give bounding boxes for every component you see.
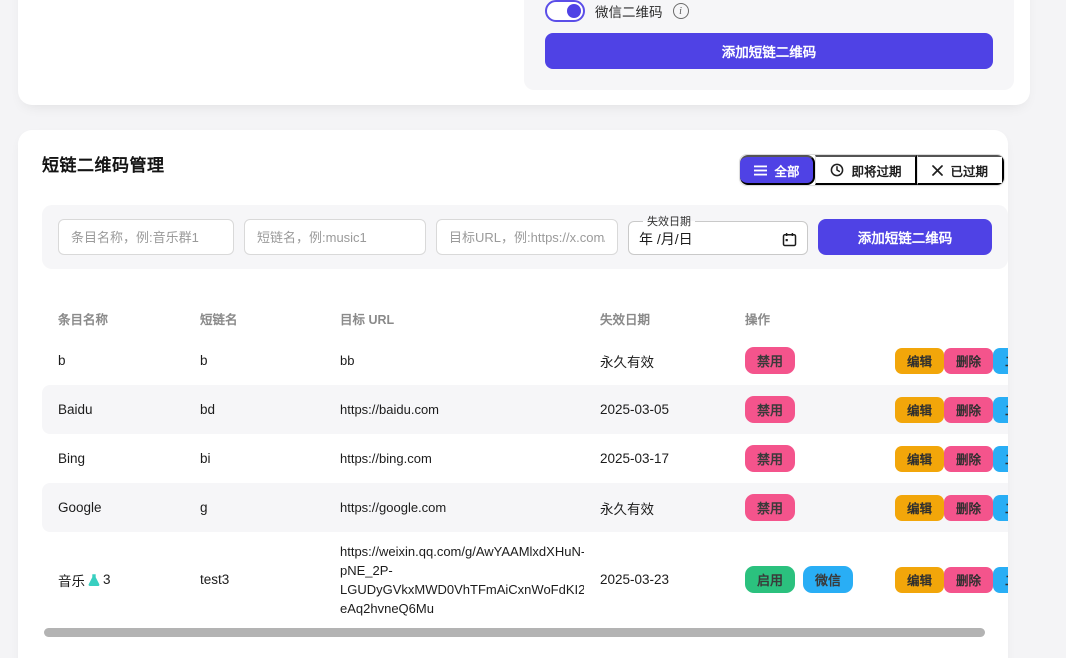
entry-name-input[interactable]	[58, 219, 234, 255]
edit-button[interactable]: 编辑	[895, 446, 944, 472]
horizontal-scrollbar	[44, 628, 1006, 637]
target-url-cell: https://google.com	[324, 498, 584, 517]
table-row: 音乐 3test3https://weixin.qq.com/g/AwYAAMl…	[42, 532, 1008, 627]
expiry-date-field[interactable]: 失效日期 年 /月/日	[628, 213, 808, 255]
entry-name-cell: Baidu	[42, 402, 184, 417]
table-row: bbbb永久有效禁用 编辑 删除 二维码	[42, 336, 1008, 385]
info-icon[interactable]: i	[673, 3, 689, 19]
wechat-qr-toggle[interactable]	[545, 0, 585, 22]
delete-button[interactable]: 删除	[944, 348, 993, 374]
entry-name-cell: b	[42, 353, 184, 368]
actions-cell: 编辑 删除 二维码	[879, 348, 1008, 374]
status-badge-disabled[interactable]: 禁用	[745, 494, 795, 521]
slug-cell: b	[184, 353, 324, 368]
status-badge-wechat: 微信	[803, 566, 853, 593]
page-title: 短链二维码管理	[42, 151, 165, 176]
filter-active-button[interactable]: 全部	[740, 155, 815, 185]
target-url-input[interactable]	[436, 219, 618, 255]
actions-cell: 编辑 删除 二维码	[879, 446, 1008, 472]
edit-button[interactable]: 编辑	[895, 567, 944, 593]
entry-name-cell: Google	[42, 500, 184, 515]
filter-label: 即将过期	[851, 161, 901, 180]
slug-cell: bi	[184, 451, 324, 466]
scrollbar-thumb[interactable]	[44, 628, 985, 637]
table-row: Googleghttps://google.com永久有效禁用 编辑 删除 二维…	[42, 483, 1008, 532]
column-header: 条目名称	[42, 309, 184, 328]
target-url-cell: https://baidu.com	[324, 400, 584, 419]
filter-button[interactable]: 即将过期	[815, 155, 917, 185]
status-cell: 启用微信	[729, 566, 879, 593]
filter-label: 全部	[774, 161, 799, 180]
filter-button[interactable]: 已过期	[917, 155, 1004, 185]
table-row: Bingbihttps://bing.com2025-03-17 禁用 编辑 删除…	[42, 434, 1008, 483]
entry-name-cell: 音乐 3	[42, 570, 184, 590]
add-shortlink-qr-button-top[interactable]: 添加短链二维码	[545, 33, 993, 69]
column-header: 目标 URL	[324, 309, 584, 328]
status-cell: 禁用	[729, 494, 879, 521]
edit-button[interactable]: 编辑	[895, 397, 944, 423]
column-header: 失效日期	[584, 309, 729, 328]
target-url-cell: https://bing.com	[324, 449, 584, 468]
column-header: 短链名	[184, 309, 324, 328]
shortlink-table: 条目名称短链名目标 URL失效日期操作bbbb永久有效禁用 编辑 删除 二维码 …	[42, 300, 1008, 627]
status-badge-disabled[interactable]: 禁用	[745, 347, 795, 374]
x-icon	[932, 165, 943, 176]
filter-group: 全部 即将过期 已过期	[739, 154, 1005, 186]
actions-cell: 编辑 删除 二维码	[879, 397, 1008, 423]
column-header: 操作	[729, 309, 879, 328]
flask-icon	[87, 573, 101, 587]
status-badge-disabled[interactable]: 禁用	[745, 445, 795, 472]
add-shortlink-qr-button[interactable]: 添加短链二维码	[818, 219, 992, 255]
delete-button[interactable]: 删除	[944, 446, 993, 472]
qrcode-button[interactable]: 二维码	[993, 567, 1008, 593]
qrcode-button[interactable]: 二维码	[993, 348, 1008, 374]
qrcode-button[interactable]: 二维码	[993, 397, 1008, 423]
qrcode-button[interactable]: 二维码	[993, 446, 1008, 472]
edit-button[interactable]: 编辑	[895, 495, 944, 521]
list-icon	[754, 165, 767, 176]
clock-icon	[830, 163, 844, 177]
expiry-cell: 2025-03-05	[584, 402, 729, 417]
shortlink-manager-card: 短链二维码管理 全部 即将过期 已过期 失效日期 年 /月/日 添加短链二维码	[18, 130, 1008, 658]
slug-cell: test3	[184, 572, 324, 587]
delete-button[interactable]: 删除	[944, 567, 993, 593]
table-row: Baidubdhttps://baidu.com2025-03-05 禁用 编辑 …	[42, 385, 1008, 434]
expiry-cell: 2025-03-17	[584, 451, 729, 466]
table-scroll-area[interactable]: 条目名称短链名目标 URL失效日期操作bbbb永久有效禁用 编辑 删除 二维码 …	[42, 300, 1008, 627]
status-badge-enabled[interactable]: 启用	[745, 566, 795, 593]
expiry-cell: 永久有效	[584, 351, 729, 371]
toggle-knob	[567, 4, 581, 18]
edit-button[interactable]: 编辑	[895, 348, 944, 374]
calendar-icon	[782, 232, 797, 247]
expiry-date-label: 失效日期	[643, 213, 695, 229]
wechat-qr-toggle-label: 微信二维码	[595, 1, 663, 21]
status-badge-disabled[interactable]: 禁用	[745, 396, 795, 423]
actions-cell: 编辑 删除 二维码	[879, 567, 1008, 593]
wechat-qr-card: 微信二维码 i 添加短链二维码	[18, 0, 1030, 105]
expiry-date-value: 年 /月/日	[639, 229, 693, 249]
status-cell: 禁用	[729, 445, 879, 472]
actions-cell: 编辑 删除 二维码	[879, 495, 1008, 521]
slug-cell: g	[184, 500, 324, 515]
delete-button[interactable]: 删除	[944, 397, 993, 423]
add-shortlink-form: 失效日期 年 /月/日 添加短链二维码	[42, 205, 1008, 269]
filter-label: 已过期	[950, 161, 988, 180]
target-url-cell: bb	[324, 351, 584, 370]
slug-cell: bd	[184, 402, 324, 417]
delete-button[interactable]: 删除	[944, 495, 993, 521]
expiry-cell: 2025-03-23	[584, 572, 729, 587]
expiry-cell: 永久有效	[584, 498, 729, 518]
status-cell: 禁用	[729, 396, 879, 423]
slug-input[interactable]	[244, 219, 426, 255]
wechat-qr-panel: 微信二维码 i 添加短链二维码	[524, 0, 1014, 90]
entry-name-cell: Bing	[42, 451, 184, 466]
target-url-cell: https://weixin.qq.com/g/AwYAAMlxdXHuN-pN…	[324, 542, 584, 618]
table-header-row: 条目名称短链名目标 URL失效日期操作	[42, 300, 1008, 336]
status-cell: 禁用	[729, 347, 879, 374]
qrcode-button[interactable]: 二维码	[993, 495, 1008, 521]
